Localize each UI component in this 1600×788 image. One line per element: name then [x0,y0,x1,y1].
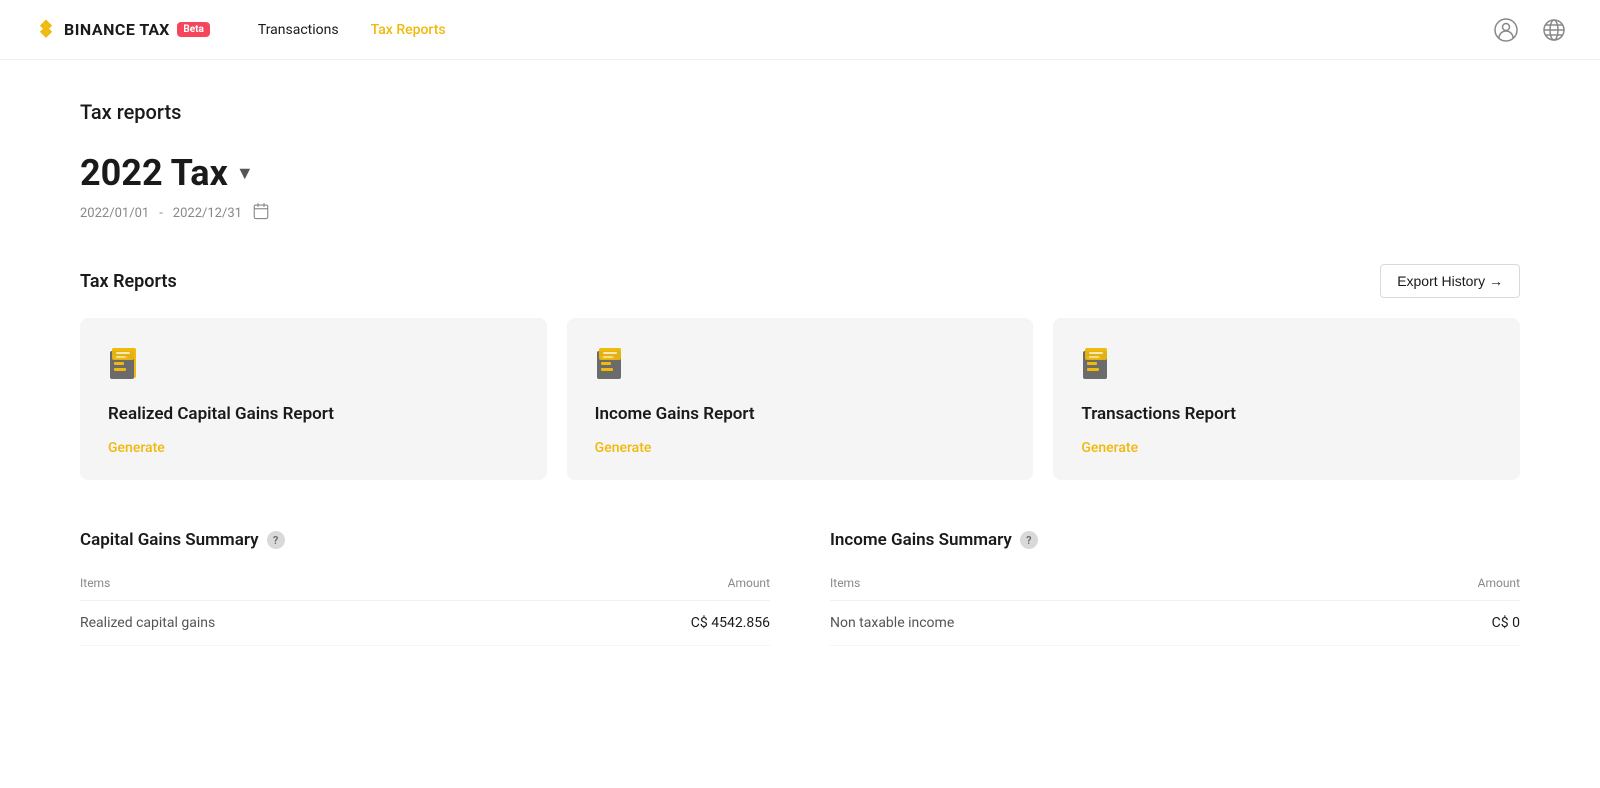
income-gains-generate-link[interactable]: Generate [595,440,1006,456]
income-gains-amount: C$ 0 [1345,601,1520,646]
beta-badge: Beta [177,22,210,37]
income-gains-col-amount: Amount [1345,566,1520,601]
tax-reports-section-title: Tax Reports [80,271,177,292]
date-start: 2022/01/01 [80,206,149,221]
date-end: 2022/12/31 [173,206,242,221]
nav-links: Transactions Tax Reports [258,22,1492,38]
nav-right [1492,16,1568,44]
calendar-icon[interactable] [252,202,270,224]
income-gains-report-card: Income Gains Report Generate [567,318,1034,480]
income-gains-table: Items Amount Non taxable income C$ 0 [830,566,1520,646]
transactions-report-name: Transactions Report [1081,404,1492,424]
capital-gains-generate-link[interactable]: Generate [108,440,519,456]
report-cards: Realized Capital Gains Report Generate I… [80,318,1520,480]
navbar: BINANCE TAX Beta Transactions Tax Report… [0,0,1600,60]
income-gains-summary-title: Income Gains Summary ? [830,530,1520,550]
capital-gains-amount: C$ 4542.856 [515,601,770,646]
user-icon[interactable] [1492,16,1520,44]
table-row: Realized capital gains C$ 4542.856 [80,601,770,646]
logo-area: BINANCE TAX Beta [32,16,210,44]
transactions-report-icon [1081,346,1117,382]
capital-gains-summary-title: Capital Gains Summary ? [80,530,770,550]
capital-gains-summary: Capital Gains Summary ? Items Amount Rea… [80,530,770,646]
year-selector: 2022 Tax ▼ [80,152,1520,194]
capital-gains-report-icon [108,346,144,382]
year-label: 2022 Tax [80,152,228,194]
capital-gains-report-name: Realized Capital Gains Report [108,404,519,424]
globe-icon[interactable] [1540,16,1568,44]
date-separator: - [159,206,163,221]
capital-gains-item: Realized capital gains [80,601,515,646]
binance-logo: BINANCE TAX Beta [32,16,210,44]
main-content: Tax reports 2022 Tax ▼ 2022/01/01 - 2022… [0,60,1600,686]
date-range: 2022/01/01 - 2022/12/31 [80,202,1520,224]
income-gains-report-name: Income Gains Report [595,404,1006,424]
capital-gains-report-card: Realized Capital Gains Report Generate [80,318,547,480]
nav-transactions[interactable]: Transactions [258,22,339,38]
summary-sections: Capital Gains Summary ? Items Amount Rea… [80,530,1520,646]
table-row: Non taxable income C$ 0 [830,601,1520,646]
binance-diamond-icon [32,16,60,44]
capital-gains-table: Items Amount Realized capital gains C$ 4… [80,566,770,646]
nav-tax-reports[interactable]: Tax Reports [371,22,446,38]
page-title: Tax reports [80,100,1520,124]
income-gains-col-items: Items [830,566,1345,601]
income-gains-item: Non taxable income [830,601,1345,646]
year-chevron-icon[interactable]: ▼ [236,163,254,184]
income-gains-summary: Income Gains Summary ? Items Amount Non … [830,530,1520,646]
export-history-button[interactable]: Export History → [1380,264,1520,298]
tax-reports-section-header: Tax Reports Export History → [80,264,1520,298]
income-gains-help-icon[interactable]: ? [1020,531,1038,549]
capital-gains-col-amount: Amount [515,566,770,601]
capital-gains-help-icon[interactable]: ? [267,531,285,549]
income-gains-report-icon [595,346,631,382]
logo-binance-text: BINANCE [64,20,135,39]
capital-gains-col-items: Items [80,566,515,601]
transactions-report-card: Transactions Report Generate [1053,318,1520,480]
logo-tax-text: TAX [139,20,169,39]
transactions-generate-link[interactable]: Generate [1081,440,1492,456]
